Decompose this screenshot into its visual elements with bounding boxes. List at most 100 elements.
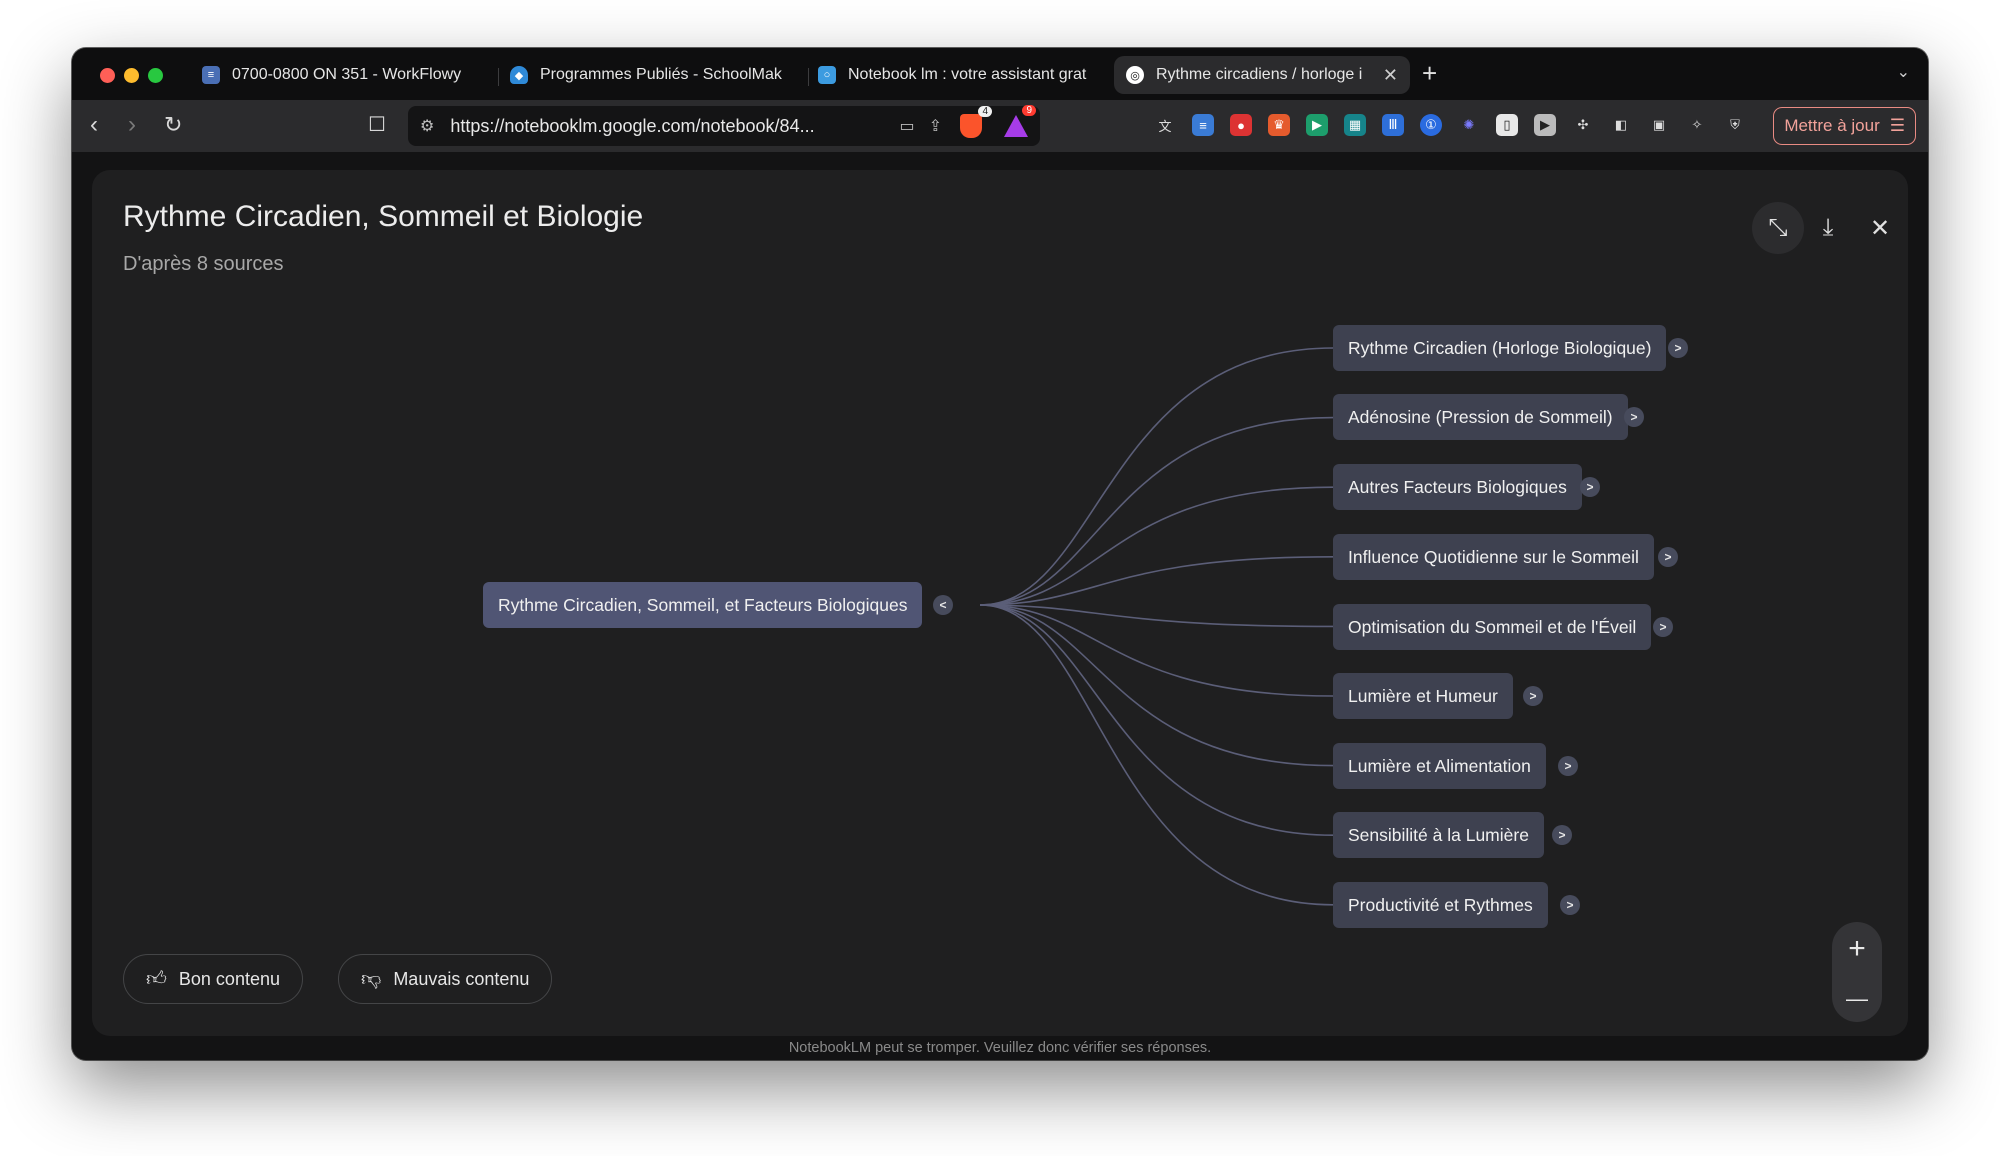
sparkle-extension-icon[interactable]: ✺ bbox=[1458, 114, 1480, 136]
reload-icon[interactable]: ↻ bbox=[164, 112, 182, 138]
leo-ai-icon[interactable]: ✧ bbox=[1686, 114, 1708, 136]
address-bar[interactable]: ⚙ https://notebooklm.google.com/notebook… bbox=[408, 105, 1040, 146]
node-label: Influence Quotidienne sur le Sommeil bbox=[1348, 546, 1639, 567]
node-label: Autres Facteurs Biologiques bbox=[1348, 476, 1567, 497]
tab-strip: ≡ 0700-0800 ON 351 - WorkFlowy ◆ Program… bbox=[72, 48, 1928, 100]
mindmap-root-node[interactable]: Rythme Circadien, Sommeil, et Facteurs B… bbox=[483, 582, 923, 628]
cast-icon[interactable]: ▭ bbox=[899, 116, 914, 136]
mindmap-link bbox=[979, 416, 1334, 606]
extensions-puzzle-icon[interactable]: ✣ bbox=[1572, 114, 1594, 136]
page-content: Rythme Circadien, Sommeil et Biologie D'… bbox=[72, 152, 1928, 1060]
expand-node-toggle[interactable]: > bbox=[1558, 756, 1578, 776]
tab-label: Programmes Publiés - SchoolMak bbox=[540, 66, 782, 83]
mindmap-link bbox=[979, 486, 1334, 606]
zoom-in-icon[interactable]: + bbox=[1848, 932, 1866, 966]
mindmap-child-node[interactable]: Productivité et Rythmes bbox=[1333, 882, 1548, 928]
expand-node-toggle[interactable]: > bbox=[1523, 686, 1543, 706]
mindmap-link bbox=[979, 347, 1334, 606]
share-icon[interactable]: ⇪ bbox=[929, 116, 942, 136]
rewards-count-badge: 9 bbox=[1022, 105, 1036, 116]
forward-icon[interactable]: › bbox=[128, 112, 136, 138]
mindmap-child-node[interactable]: Lumière et Humeur bbox=[1333, 673, 1513, 719]
collapse-root-toggle[interactable]: < bbox=[933, 595, 953, 615]
crown-extension-icon[interactable]: ♛ bbox=[1268, 114, 1290, 136]
mindmap-child-node[interactable]: Adénosine (Pression de Sommeil) bbox=[1333, 394, 1628, 440]
mindmap-link bbox=[979, 604, 1334, 836]
video-extension-icon[interactable]: ▶ bbox=[1306, 114, 1328, 136]
mindmap-link bbox=[979, 556, 1334, 606]
node-label: Sensibilité à la Lumière bbox=[1348, 824, 1529, 845]
brave-shields-icon[interactable]: 4 bbox=[960, 106, 992, 138]
bookmark-icon[interactable]: ☐ bbox=[368, 112, 386, 138]
update-label: Mettre à jour bbox=[1784, 116, 1880, 135]
good-content-label: Bon contenu bbox=[178, 968, 280, 989]
update-button[interactable]: Mettre à jour ☰ bbox=[1773, 107, 1916, 145]
node-label: Productivité et Rythmes bbox=[1348, 894, 1533, 915]
bad-content-button[interactable]: 👎︎ Mauvais contenu bbox=[338, 954, 553, 1004]
expand-node-toggle[interactable]: > bbox=[1653, 617, 1673, 637]
play-extension-icon[interactable]: ▶ bbox=[1534, 114, 1556, 136]
expand-node-toggle[interactable]: > bbox=[1668, 338, 1688, 358]
password-extension-icon[interactable]: ① bbox=[1420, 114, 1442, 136]
new-tab-button[interactable]: + bbox=[1422, 58, 1437, 89]
mindmap-child-node[interactable]: Optimisation du Sommeil et de l'Éveil bbox=[1333, 604, 1652, 650]
good-content-button[interactable]: 👍︎ Bon contenu bbox=[123, 954, 303, 1004]
node-label: Adénosine (Pression de Sommeil) bbox=[1348, 406, 1613, 427]
document-extension-icon[interactable]: ▯ bbox=[1496, 114, 1518, 136]
mindmap-panel: Rythme Circadien, Sommeil et Biologie D'… bbox=[92, 170, 1908, 1036]
notebooklm-icon: ◎ bbox=[1126, 66, 1144, 84]
mindmap-child-node[interactable]: Sensibilité à la Lumière bbox=[1333, 812, 1544, 858]
node-label: Lumière et Humeur bbox=[1348, 685, 1498, 706]
tab-label: 0700-0800 ON 351 - WorkFlowy bbox=[232, 66, 462, 83]
expand-node-toggle[interactable]: > bbox=[1580, 477, 1600, 497]
translate-extension-icon[interactable]: 文 bbox=[1154, 114, 1176, 136]
brave-rewards-icon[interactable]: 9 bbox=[1004, 105, 1036, 137]
mindmap-child-node[interactable]: Rythme Circadien (Horloge Biologique) bbox=[1333, 325, 1667, 371]
bars-extension-icon[interactable]: Ⅲ bbox=[1382, 114, 1404, 136]
workflowy-icon: ≡ bbox=[202, 66, 220, 84]
node-label: Lumière et Alimentation bbox=[1348, 755, 1531, 776]
browser-toolbar: ‹ › ↻ ☐ ⚙ https://notebooklm.google.com/… bbox=[72, 100, 1928, 152]
tab-label: Notebook lm : votre assistant grat bbox=[848, 66, 1087, 83]
tab-list-chevron-icon[interactable]: ⌄ bbox=[1897, 62, 1910, 82]
mindmap-links bbox=[979, 347, 1334, 906]
expand-node-toggle[interactable]: > bbox=[1624, 407, 1644, 427]
thumbs-down-icon: 👎︎ bbox=[361, 968, 382, 990]
grid-extension-icon[interactable]: ▦ bbox=[1344, 114, 1366, 136]
window-close-button[interactable] bbox=[100, 68, 115, 83]
node-label: Rythme Circadien (Horloge Biologique) bbox=[1348, 337, 1652, 358]
mindmap-child-node[interactable]: Influence Quotidienne sur le Sommeil bbox=[1333, 534, 1654, 580]
hamburger-menu-icon: ☰ bbox=[1889, 116, 1905, 135]
tab-label: Rythme circadiens / horloge i bbox=[1156, 66, 1363, 83]
tab-notebooklm-active[interactable]: ◎ Rythme circadiens / horloge i ✕ bbox=[1114, 56, 1410, 94]
vpn-shield-icon[interactable]: ⛨ bbox=[1724, 114, 1746, 136]
mindmap-child-node[interactable]: Lumière et Alimentation bbox=[1333, 743, 1546, 789]
node-label: Optimisation du Sommeil et de l'Éveil bbox=[1348, 616, 1637, 637]
expand-node-toggle[interactable]: > bbox=[1658, 547, 1678, 567]
mindmap-link bbox=[979, 604, 1334, 906]
tab-workflowy[interactable]: ≡ 0700-0800 ON 351 - WorkFlowy bbox=[190, 56, 494, 94]
disclaimer-text: NotebookLM peut se tromper. Veuillez don… bbox=[788, 1040, 1212, 1056]
browser-window: ≡ 0700-0800 ON 351 - WorkFlowy ◆ Program… bbox=[72, 48, 1928, 1060]
node-label: Rythme Circadien, Sommeil, et Facteurs B… bbox=[498, 594, 908, 615]
mindmap-child-node[interactable]: Autres Facteurs Biologiques bbox=[1333, 464, 1582, 510]
back-icon[interactable]: ‹ bbox=[90, 112, 98, 138]
expand-node-toggle[interactable]: > bbox=[1560, 895, 1580, 915]
wallet-icon[interactable]: ▣ bbox=[1648, 114, 1670, 136]
tab-close-icon[interactable]: ✕ bbox=[1383, 65, 1398, 86]
site-settings-icon[interactable]: ⚙ bbox=[420, 116, 434, 136]
tab-notebook-assistant[interactable]: ○ Notebook lm : votre assistant grat bbox=[806, 56, 1112, 94]
expand-node-toggle[interactable]: > bbox=[1552, 825, 1572, 845]
tab-schoolmaker[interactable]: ◆ Programmes Publiés - SchoolMak bbox=[498, 56, 804, 94]
zoom-out-icon[interactable]: — bbox=[1846, 986, 1868, 1012]
url-text[interactable]: https://notebooklm.google.com/notebook/8… bbox=[450, 116, 885, 137]
thumbs-up-icon: 👍︎ bbox=[146, 968, 167, 990]
shields-count-badge: 4 bbox=[978, 106, 992, 117]
bad-content-label: Mauvais contenu bbox=[393, 968, 530, 989]
window-minimize-button[interactable] bbox=[124, 68, 139, 83]
list-extension-icon[interactable]: ≡ bbox=[1192, 114, 1214, 136]
sidebar-icon[interactable]: ◧ bbox=[1610, 114, 1632, 136]
zoom-controls: + — bbox=[1832, 922, 1882, 1022]
record-extension-icon[interactable]: ● bbox=[1230, 114, 1252, 136]
window-zoom-button[interactable] bbox=[148, 68, 163, 83]
